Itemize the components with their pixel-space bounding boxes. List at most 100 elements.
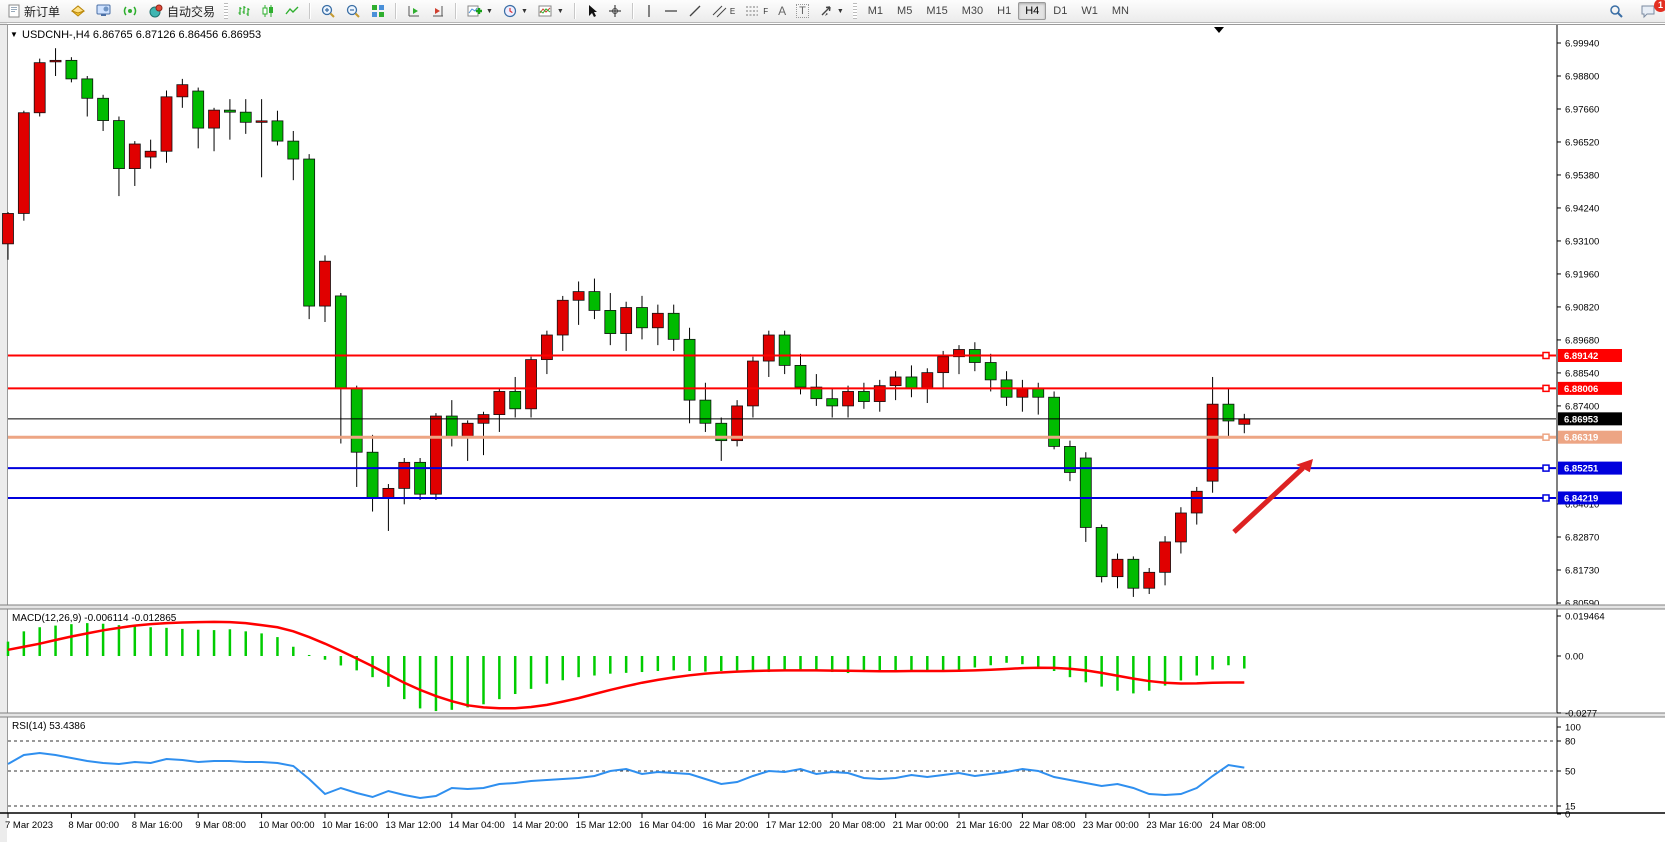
signal-icon (122, 4, 138, 18)
bar-chart-icon (237, 4, 251, 18)
time-label: 9 Mar 08:00 (195, 820, 246, 831)
new-order-icon (7, 4, 21, 18)
time-label: 14 Mar 04:00 (449, 820, 505, 831)
timeframe-m1-button[interactable]: M1 (861, 2, 890, 20)
toolbar-grip (224, 3, 228, 19)
price-tick: 6.98800 (1565, 71, 1599, 82)
vline-tool-button[interactable] (639, 2, 659, 20)
bar-chart-button[interactable] (232, 2, 256, 20)
label-tool-button[interactable]: T (791, 2, 814, 20)
terminal-button[interactable] (91, 2, 117, 20)
chevron-down-icon: ▼ (486, 8, 493, 15)
crosshair-icon (608, 4, 622, 18)
chevron-down-icon: ▼ (837, 8, 844, 15)
main-toolbar: 新订单 自动交易 ▼ ▼ ▼ E F (0, 0, 1665, 23)
chart-window[interactable]: 6.999406.988006.976606.965206.953806.942… (0, 23, 1665, 842)
time-label: 16 Mar 04:00 (639, 820, 695, 831)
fibonacci-tool-label: F (763, 7, 768, 16)
hline-icon (664, 4, 678, 18)
symbol-dropdown-icon: ▼ (10, 30, 18, 39)
cursor-button[interactable] (581, 2, 603, 20)
timeframe-h4-button[interactable]: H4 (1018, 2, 1046, 20)
macd-tick: 0.00 (1565, 652, 1584, 663)
price-tick: 6.91960 (1565, 269, 1599, 280)
auto-trading-button[interactable]: 自动交易 (143, 1, 220, 22)
time-label: 8 Mar 16:00 (132, 820, 183, 831)
zoom-in-icon (321, 4, 336, 18)
price-badge-label: 6.84219 (1564, 493, 1598, 504)
time-label: 21 Mar 16:00 (956, 820, 1012, 831)
notifications-button[interactable]: 1 (1635, 2, 1661, 21)
timeframe-mn-button[interactable]: MN (1105, 2, 1136, 20)
timeframe-m5-button[interactable]: M5 (890, 2, 919, 20)
chart-profile-button[interactable] (65, 2, 91, 20)
chart-shift-icon (407, 4, 421, 18)
periods-button[interactable]: ▼ (498, 2, 533, 20)
chevron-down-icon: ▼ (521, 8, 528, 15)
candle-chart-button[interactable] (256, 2, 280, 20)
cursor-icon (586, 4, 598, 18)
timeframe-m15-button[interactable]: M15 (919, 2, 954, 20)
trendline-icon (688, 4, 702, 18)
timeframe-w1-button[interactable]: W1 (1074, 2, 1105, 20)
macd-tick: 0.019464 (1565, 612, 1605, 623)
toolbar-separator (455, 3, 457, 19)
price-chart-canvas[interactable]: 6.999406.988006.976606.965206.953806.942… (0, 23, 1665, 842)
timeframe-d1-button[interactable]: D1 (1046, 2, 1074, 20)
time-label: 14 Mar 20:00 (512, 820, 568, 831)
zoom-in-button[interactable] (316, 2, 341, 20)
time-label: 8 Mar 00:00 (68, 820, 119, 831)
price-tick: 6.97660 (1565, 104, 1599, 115)
price-tick: 6.90820 (1565, 302, 1599, 313)
rsi-tick: 50 (1565, 767, 1576, 778)
text-tool-label: A (778, 4, 786, 18)
fibonacci-tool-button[interactable]: F (740, 2, 773, 20)
price-tick: 6.88540 (1565, 368, 1599, 379)
text-tool-button[interactable]: A (773, 2, 791, 20)
line-chart-button[interactable] (280, 2, 304, 20)
time-label: 20 Mar 08:00 (829, 820, 885, 831)
channel-tool-button[interactable]: E (707, 2, 740, 20)
rsi-tick: 80 (1565, 737, 1576, 748)
timeframe-m30-button[interactable]: M30 (955, 2, 990, 20)
trendline-tool-button[interactable] (683, 2, 707, 20)
price-tick: 6.87400 (1565, 401, 1599, 412)
chart-bg (0, 23, 1665, 842)
new-order-button[interactable]: 新订单 (2, 1, 65, 22)
price-tick: 6.82870 (1565, 533, 1599, 544)
toolbar-separator (574, 3, 576, 19)
rsi-tick: 100 (1565, 723, 1581, 734)
toolbar-separator (395, 3, 397, 19)
price-badge-label: 6.89142 (1564, 351, 1598, 362)
price-tick: 6.81730 (1565, 566, 1599, 577)
new-order-label: 新订单 (24, 3, 60, 20)
crosshair-button[interactable] (603, 2, 627, 20)
terminal-icon (96, 4, 112, 18)
indicators-button[interactable]: ▼ (462, 2, 498, 20)
rsi-label: RSI(14) 53.4386 (12, 721, 86, 732)
timeframe-h1-button[interactable]: H1 (990, 2, 1018, 20)
tile-windows-button[interactable] (366, 2, 390, 20)
signals-button[interactable] (117, 2, 143, 20)
auto-scroll-button[interactable] (426, 2, 450, 20)
channel-tool-label: E (730, 7, 735, 16)
chart-profile-icon (70, 4, 86, 18)
zoom-out-icon (346, 4, 361, 18)
hline-tool-button[interactable] (659, 2, 683, 20)
price-tick: 6.93100 (1565, 236, 1599, 247)
notification-badge: 1 (1654, 0, 1665, 12)
tile-windows-icon (371, 4, 385, 18)
line-chart-icon (285, 4, 299, 18)
price-tick: 6.99940 (1565, 39, 1599, 50)
zoom-out-button[interactable] (341, 2, 366, 20)
price-badge-label: 6.86319 (1564, 433, 1598, 444)
templates-button[interactable]: ▼ (533, 2, 569, 20)
time-label: 10 Mar 00:00 (259, 820, 315, 831)
chart-title: USDCNH-,H4 6.86765 6.87126 6.86456 6.869… (22, 29, 261, 41)
chart-shift-button[interactable] (402, 2, 426, 20)
shapes-tool-button[interactable]: ▼ (814, 2, 849, 20)
search-button[interactable] (1604, 2, 1629, 21)
clock-icon (503, 4, 517, 18)
time-label: 13 Mar 12:00 (385, 820, 441, 831)
toolbar-separator (309, 3, 311, 19)
